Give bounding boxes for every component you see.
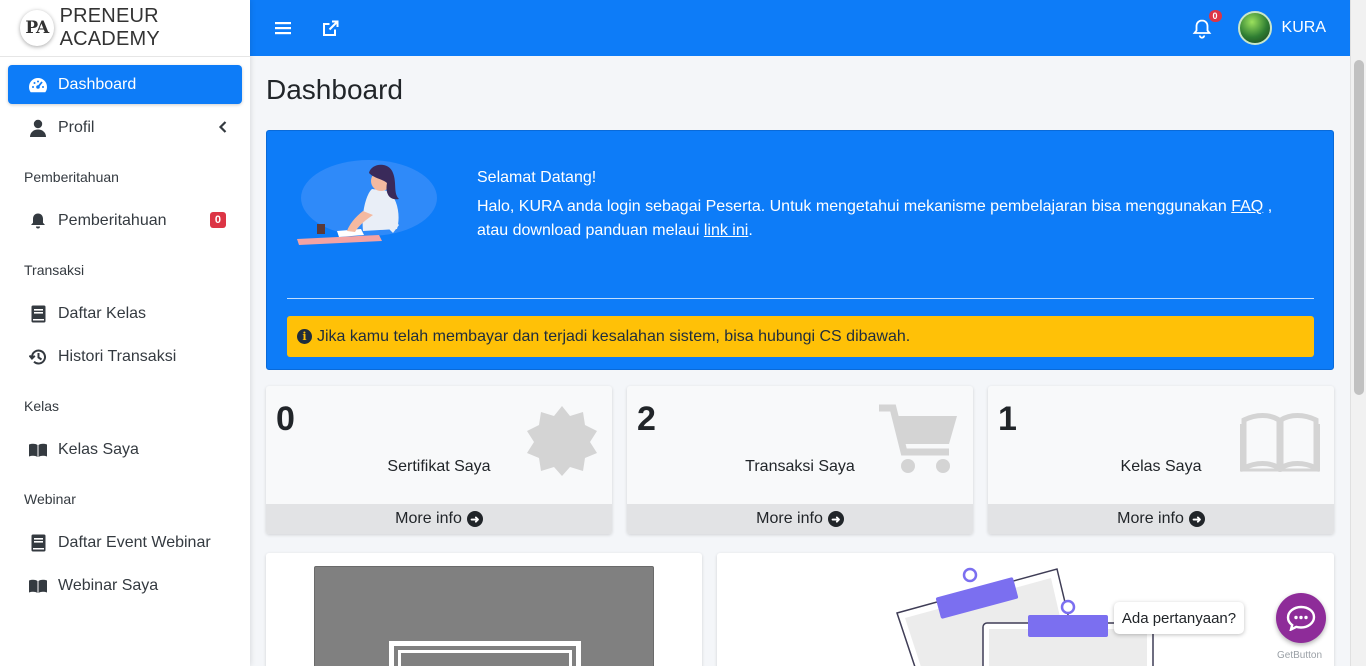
arrow-circle-right-icon: ➜ xyxy=(827,511,844,527)
topbar: 0 KURA xyxy=(250,0,1350,56)
chevron-left-icon xyxy=(218,120,228,138)
getbutton-brand[interactable]: GetButton xyxy=(1277,650,1322,661)
faq-link[interactable]: FAQ xyxy=(1231,198,1263,215)
external-link-icon xyxy=(322,20,338,36)
more-info-label: More info xyxy=(395,510,462,527)
chat-prompt-bubble[interactable]: Ada pertanyaan? xyxy=(1114,602,1244,634)
scrollbar-thumb[interactable] xyxy=(1354,60,1364,395)
welcome-text-3: . xyxy=(748,222,753,239)
section-header-webinar: Webinar xyxy=(24,491,76,507)
sidebar-item-label: Daftar Event Webinar xyxy=(58,533,211,551)
section-header-transaksi: Transaksi xyxy=(24,262,85,278)
divider xyxy=(287,298,1314,299)
sidebar: PA PRENEUR ACADEMY Dashboard Profil Pemb… xyxy=(0,0,250,666)
brand-logo: PA xyxy=(20,10,54,46)
user-icon xyxy=(28,118,48,138)
chat-icon xyxy=(1286,605,1316,631)
sidebar-item-webinar-saya[interactable]: Webinar Saya xyxy=(8,566,242,605)
brand-name: PRENEUR ACADEMY xyxy=(59,5,160,50)
media-card xyxy=(266,553,702,666)
bell-icon xyxy=(1192,19,1211,39)
menu-toggle-button[interactable] xyxy=(272,17,294,39)
sidebar-item-label: Daftar Kelas xyxy=(58,304,147,322)
stat-value: 0 xyxy=(276,400,295,438)
stat-box-transaksi: 2 Transaksi Saya More info ➜ xyxy=(627,386,973,534)
open-book-icon xyxy=(1240,413,1320,472)
certificate-icon xyxy=(527,406,597,476)
sidebar-item-label: Dashboard xyxy=(58,75,137,93)
welcome-message: Halo, KURA anda login sebagai Peserta. U… xyxy=(477,195,1307,243)
info-icon: i xyxy=(297,329,312,344)
stat-box-sertifikat: 0 Sertifikat Saya More info ➜ xyxy=(266,386,612,534)
welcome-card: Selamat Datang! Halo, KURA anda login se… xyxy=(266,130,1334,370)
stat-box-kelas: 1 Kelas Saya More info ➜ xyxy=(988,386,1334,534)
sidebar-item-daftar-event-webinar[interactable]: Daftar Event Webinar xyxy=(8,523,242,562)
sidebar-item-label: Profil xyxy=(58,118,95,136)
sidebar-item-kelas-saya[interactable]: Kelas Saya xyxy=(8,430,242,469)
topbar-right: 0 KURA xyxy=(1192,0,1326,56)
warning-alert: i Jika kamu telah membayar dan terjadi k… xyxy=(287,316,1314,357)
arrow-circle-right-icon: ➜ xyxy=(1188,511,1205,527)
sidebar-item-label: Pemberitahuan xyxy=(58,211,167,229)
open-book-icon xyxy=(28,576,48,596)
sidebar-item-dashboard[interactable]: Dashboard xyxy=(8,65,242,104)
book-icon xyxy=(28,533,48,553)
notification-count-badge: 0 xyxy=(1208,10,1222,22)
brand[interactable]: PA PRENEUR ACADEMY xyxy=(0,0,250,57)
open-book-icon xyxy=(28,440,48,460)
history-icon xyxy=(28,347,48,367)
guide-link[interactable]: link ini xyxy=(704,222,748,239)
chat-button[interactable] xyxy=(1276,593,1326,643)
notification-badge: 0 xyxy=(209,212,226,228)
cart-icon xyxy=(879,404,957,473)
warning-alert-text: Jika kamu telah membayar dan terjadi kes… xyxy=(317,327,911,345)
notification-button[interactable]: 0 xyxy=(1192,10,1222,40)
more-info-link[interactable]: More info ➜ xyxy=(988,504,1334,534)
page-scrollbar[interactable] xyxy=(1350,0,1366,666)
sidebar-item-pemberitahuan[interactable]: Pemberitahuan 0 xyxy=(8,201,242,240)
sidebar-nav: Dashboard Profil Pemberitahuan Pemberita… xyxy=(0,57,250,605)
stat-value: 1 xyxy=(998,400,1017,438)
sidebar-item-histori-transaksi[interactable]: Histori Transaksi xyxy=(8,337,242,376)
stat-value: 2 xyxy=(637,400,656,438)
welcome-greeting: Selamat Datang! xyxy=(477,169,597,186)
bell-icon xyxy=(28,211,48,231)
section-header-kelas: Kelas xyxy=(24,398,60,414)
section-header-pemberitahuan: Pemberitahuan xyxy=(24,169,119,185)
sidebar-item-label: Webinar Saya xyxy=(58,576,159,594)
video-thumbnail[interactable] xyxy=(314,566,654,666)
page-title: Dashboard xyxy=(266,74,403,105)
studying-illustration xyxy=(297,160,437,245)
book-icon xyxy=(28,304,48,324)
screen-icon xyxy=(389,641,581,666)
more-info-link[interactable]: More info ➜ xyxy=(627,504,973,534)
welcome-text-1: Halo, KURA anda login sebagai Peserta. U… xyxy=(477,198,1232,215)
avatar[interactable] xyxy=(1237,11,1272,45)
more-info-link[interactable]: More info ➜ xyxy=(266,504,612,534)
username[interactable]: KURA xyxy=(1282,19,1326,37)
sidebar-item-label: Kelas Saya xyxy=(58,440,139,458)
more-info-label: More info xyxy=(756,510,823,527)
sidebar-item-profil[interactable]: Profil xyxy=(8,108,242,147)
more-info-label: More info xyxy=(1117,510,1184,527)
sidebar-item-daftar-kelas[interactable]: Daftar Kelas xyxy=(8,294,242,333)
sidebar-item-label: Histori Transaksi xyxy=(58,347,177,365)
tachometer-icon xyxy=(28,75,48,95)
external-link-button[interactable] xyxy=(319,17,341,39)
arrow-circle-right-icon: ➜ xyxy=(466,511,483,527)
hamburger-icon xyxy=(275,22,291,35)
